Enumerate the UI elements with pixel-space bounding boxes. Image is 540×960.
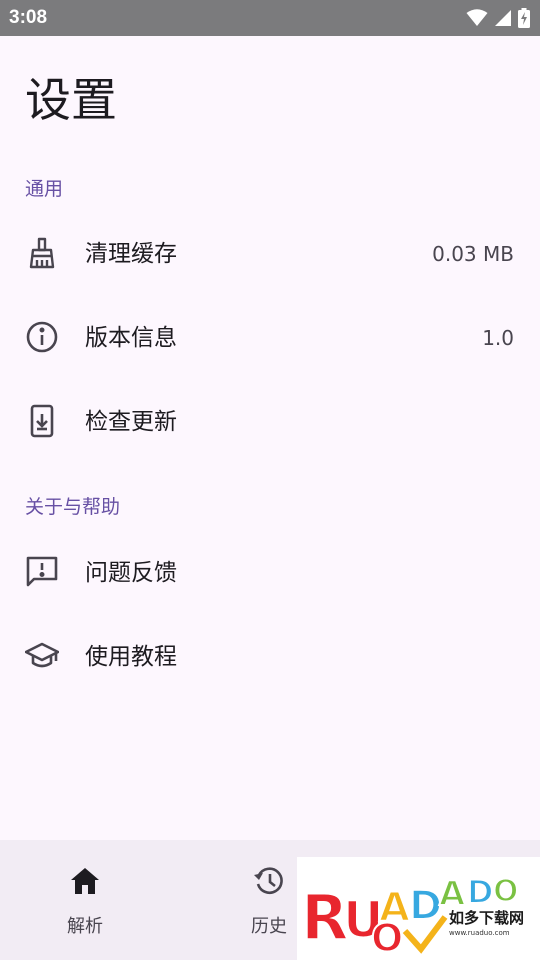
tutorial-row[interactable]: 使用教程 bbox=[0, 615, 540, 699]
wifi-icon bbox=[466, 9, 488, 26]
broom-icon bbox=[25, 236, 59, 270]
home-icon bbox=[68, 864, 102, 898]
watermark: R U A O D A D O 如多下载网 www.ruaduo.com bbox=[297, 857, 540, 960]
clear-cache-row[interactable]: 清理缓存 0.03 MB bbox=[0, 212, 540, 296]
watermark-logo: R U A O D A D O 如多下载网 www.ruaduo.com bbox=[300, 872, 524, 960]
history-icon bbox=[252, 864, 286, 898]
svg-text:O: O bbox=[371, 916, 403, 960]
cache-size-value: 0.03 MB bbox=[432, 242, 514, 266]
page-title: 设置 bbox=[25, 73, 117, 127]
version-info-label: 版本信息 bbox=[85, 325, 177, 351]
battery-charging-icon bbox=[518, 8, 530, 28]
svg-text:www.ruaduo.com: www.ruaduo.com bbox=[449, 929, 510, 937]
feedback-row[interactable]: 问题反馈 bbox=[0, 531, 540, 615]
section-header-about-help: 关于与帮助 bbox=[25, 496, 121, 518]
status-bar: 3:08 bbox=[0, 0, 540, 36]
feedback-icon bbox=[25, 555, 59, 589]
clear-cache-label: 清理缓存 bbox=[85, 241, 177, 267]
svg-text:如多下载网: 如多下载网 bbox=[449, 909, 524, 927]
nav-parse[interactable]: 解析 bbox=[25, 840, 145, 960]
svg-text:D: D bbox=[409, 883, 442, 929]
nav-parse-label: 解析 bbox=[67, 916, 103, 937]
check-update-row[interactable]: 检查更新 bbox=[0, 380, 540, 464]
tutorial-label: 使用教程 bbox=[85, 644, 177, 670]
svg-text:D: D bbox=[467, 873, 494, 911]
svg-text:R: R bbox=[301, 881, 349, 954]
svg-text:A: A bbox=[439, 874, 466, 914]
version-value: 1.0 bbox=[482, 326, 514, 350]
status-time: 3:08 bbox=[9, 7, 48, 28]
signal-icon bbox=[495, 10, 511, 26]
check-update-label: 检查更新 bbox=[85, 409, 177, 435]
info-icon bbox=[25, 320, 59, 354]
section-header-general: 通用 bbox=[25, 178, 64, 200]
system-update-icon bbox=[25, 404, 59, 438]
school-icon bbox=[24, 639, 60, 673]
svg-text:O: O bbox=[493, 874, 519, 909]
feedback-label: 问题反馈 bbox=[85, 560, 177, 586]
version-info-row[interactable]: 版本信息 1.0 bbox=[0, 296, 540, 380]
